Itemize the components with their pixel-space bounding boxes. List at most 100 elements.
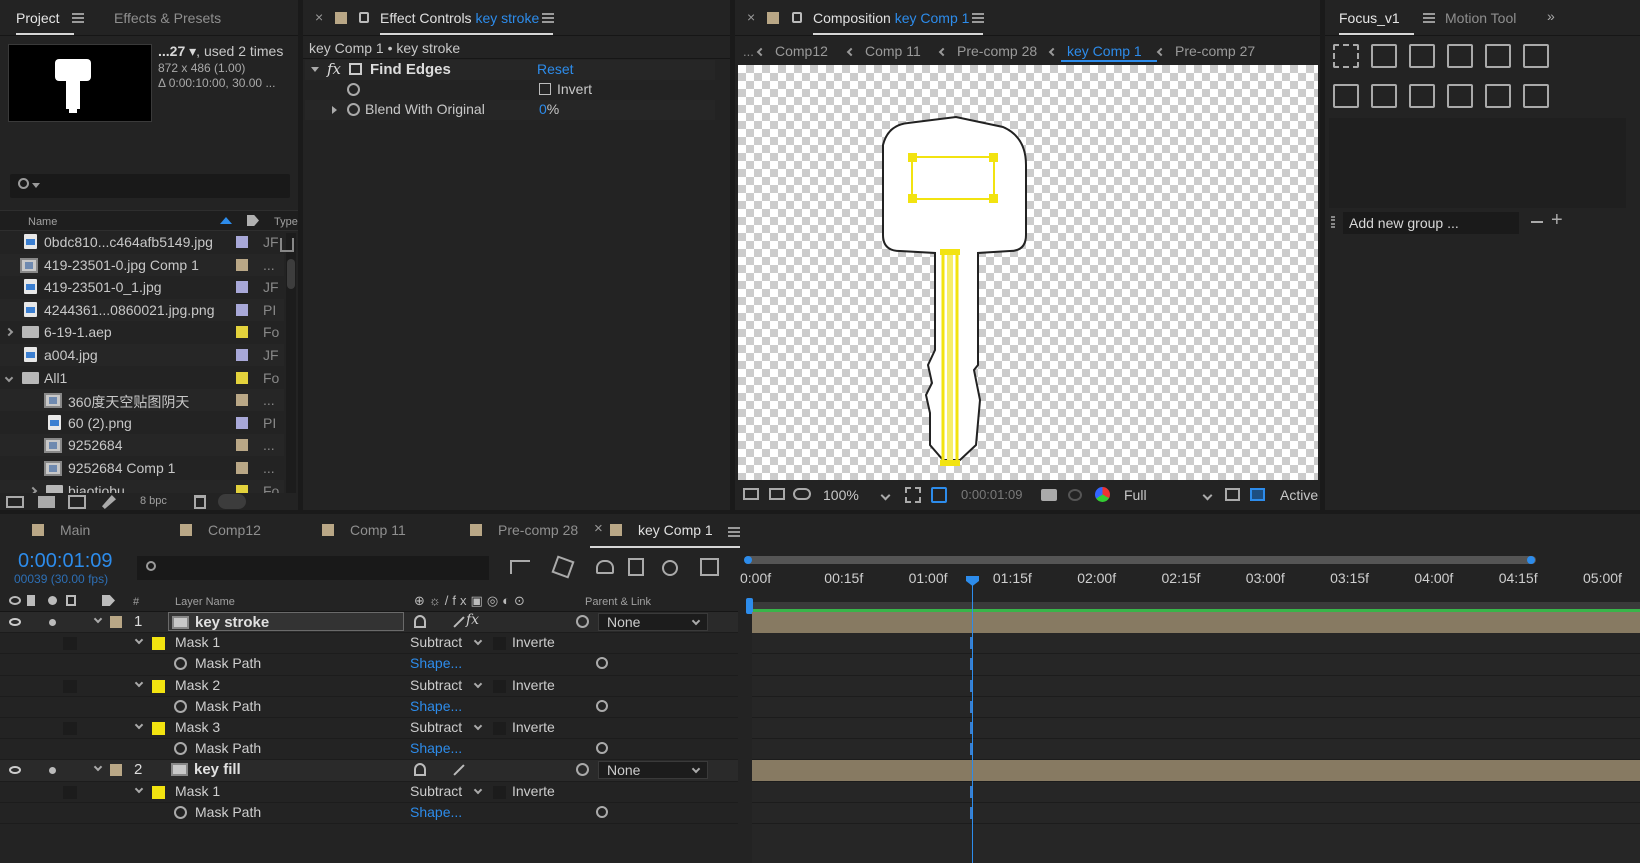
close-tab-icon[interactable]: × [315,9,323,25]
label-color-swatch[interactable] [236,236,248,248]
lock-icon[interactable] [359,12,369,23]
distribute-left-icon[interactable] [1447,84,1473,108]
close-tab-icon[interactable]: × [747,9,755,25]
project-settings-icon[interactable] [102,495,116,509]
pickwhip-icon[interactable] [596,657,608,670]
more-panels-icon[interactable]: » [1547,8,1555,24]
panel-menu-icon[interactable] [972,13,984,23]
project-search-input[interactable] [10,174,290,198]
label-color-swatch[interactable] [236,371,248,384]
solo-icon[interactable] [48,596,57,605]
project-list-item[interactable]: biaotiobu Fo [0,479,284,493]
quality-switch-icon[interactable] [453,616,465,628]
label-color-swatch[interactable] [236,416,248,429]
chevron-down-icon[interactable] [1202,490,1213,501]
expand-chevron-icon[interactable] [134,784,144,793]
mask-path-row[interactable]: Mask Path Shape... [0,696,738,718]
label-color-swatch[interactable] [236,462,248,474]
align-right-layers-icon[interactable] [1371,84,1397,108]
lock-slot[interactable] [63,785,77,799]
expand-chevron-icon[interactable] [93,614,103,624]
stopwatch-icon[interactable] [174,699,187,713]
mask-name[interactable]: Mask 3 [175,719,220,735]
project-list-item[interactable]: 360度天空贴图阴天... [0,389,284,412]
drag-handle-icon[interactable] [1331,216,1335,228]
label-color-swatch[interactable] [236,303,248,316]
parent-select[interactable]: None [598,761,708,780]
pickwhip-icon[interactable] [596,805,608,818]
mask-color-swatch[interactable] [152,637,165,651]
col-type[interactable]: Type [274,216,298,228]
mask-visibility-icon[interactable] [931,487,947,503]
tab-effect-controls[interactable]: Effect Controls key stroke [380,10,554,35]
mask-path-row[interactable]: Mask Path Shape... [0,802,738,824]
stopwatch-icon[interactable] [174,657,187,671]
expand-chevron-icon[interactable] [28,486,38,493]
comp-viewer[interactable] [738,65,1318,480]
project-scrollbar[interactable] [286,233,296,493]
navigator-end-handle[interactable] [1527,556,1535,564]
resolution-select[interactable]: Full [1124,487,1147,503]
mask-row[interactable]: Mask 1 Subtract Inverte [0,633,738,655]
time-ruler[interactable]: 0:00f 00:15f 01:00f 01:15f 02:00f 02:15f 03:00… [740,566,1640,590]
layer-label-swatch[interactable] [110,616,122,628]
inverted-checkbox[interactable] [493,679,506,693]
label-color-swatch[interactable] [236,326,248,339]
solo-dot-icon[interactable] [49,619,56,626]
zoom-select[interactable]: 100% [823,487,859,503]
inverted-checkbox[interactable] [493,785,506,799]
pickwhip-icon[interactable] [596,742,608,755]
new-comp-icon[interactable] [68,495,86,509]
mask-color-swatch[interactable] [152,785,165,799]
timeline-tab[interactable]: Comp12 [208,522,261,538]
show-snapshot-icon[interactable] [1068,489,1082,501]
tab-composition[interactable]: Composition key Comp 1 [813,10,984,35]
mask-name[interactable]: Mask 1 [175,783,220,799]
pickwhip-icon[interactable] [576,763,589,777]
mask-path-row[interactable]: Mask Path Shape... [0,739,738,761]
mask-name[interactable]: Mask 2 [175,677,220,693]
stopwatch-icon[interactable] [347,83,360,96]
expand-chevron-icon[interactable] [134,720,144,730]
timeline-tab[interactable]: Comp 11 [350,522,406,538]
graph-editor-icon[interactable] [700,558,719,576]
inverted-checkbox[interactable] [493,637,506,651]
new-folder-icon[interactable] [38,496,55,508]
stopwatch-icon[interactable] [347,103,360,116]
mask-name[interactable]: Mask 1 [175,634,220,650]
shape-button[interactable]: Shape... [410,804,462,820]
layer-duration-bar[interactable] [752,760,1640,782]
project-list-item[interactable]: 4244361...0860021.jpg.png PI [0,298,284,321]
stopwatch-icon[interactable] [174,805,187,819]
lock-icon[interactable] [792,12,802,23]
align-top-left-icon[interactable] [1333,44,1359,68]
label-color-swatch[interactable] [236,394,248,407]
label-color-swatch[interactable] [236,349,248,361]
solo-dot-icon[interactable] [49,767,56,775]
mask-path-row[interactable]: Mask Path Shape... [0,654,738,676]
chevron-down-icon[interactable] [880,490,891,501]
current-time[interactable]: 0:00:01:09 [961,487,1022,502]
shape-button[interactable]: Shape... [410,740,462,756]
layer-name-field[interactable]: key stroke [168,612,404,631]
navigator-start-handle[interactable] [744,556,752,564]
mask-row[interactable]: Mask 2 Subtract Inverte [0,675,738,697]
layer-row[interactable]: 2 key fill None [0,760,738,782]
project-list-item[interactable]: 60 (2).png PI [0,411,284,434]
draft-3d-icon[interactable] [551,555,575,579]
project-list-item[interactable]: 419-23501-0_1.jpg JF [0,276,284,299]
timeline-tab[interactable]: key Comp 1 [638,522,713,538]
pickwhip-icon[interactable] [576,615,589,628]
align-text-icon[interactable] [1485,44,1511,68]
collapse-switch-icon[interactable] [414,615,426,628]
expand-chevron-icon[interactable] [4,373,14,382]
project-list-item[interactable]: 0bdc810...c464afb5149.jpg JF [0,231,284,253]
timeline-timecode[interactable]: 0:00:01:09 [18,550,113,573]
fx-icon[interactable]: fx [327,60,341,78]
tab-focus[interactable]: Focus_v1 [1339,10,1414,35]
shape-button[interactable]: Shape... [410,698,462,714]
quality-switch-icon[interactable] [453,764,465,777]
add-align-icon[interactable] [1485,84,1511,108]
audio-icon[interactable] [27,595,35,606]
mask-mode-select[interactable]: Subtract [410,677,486,695]
